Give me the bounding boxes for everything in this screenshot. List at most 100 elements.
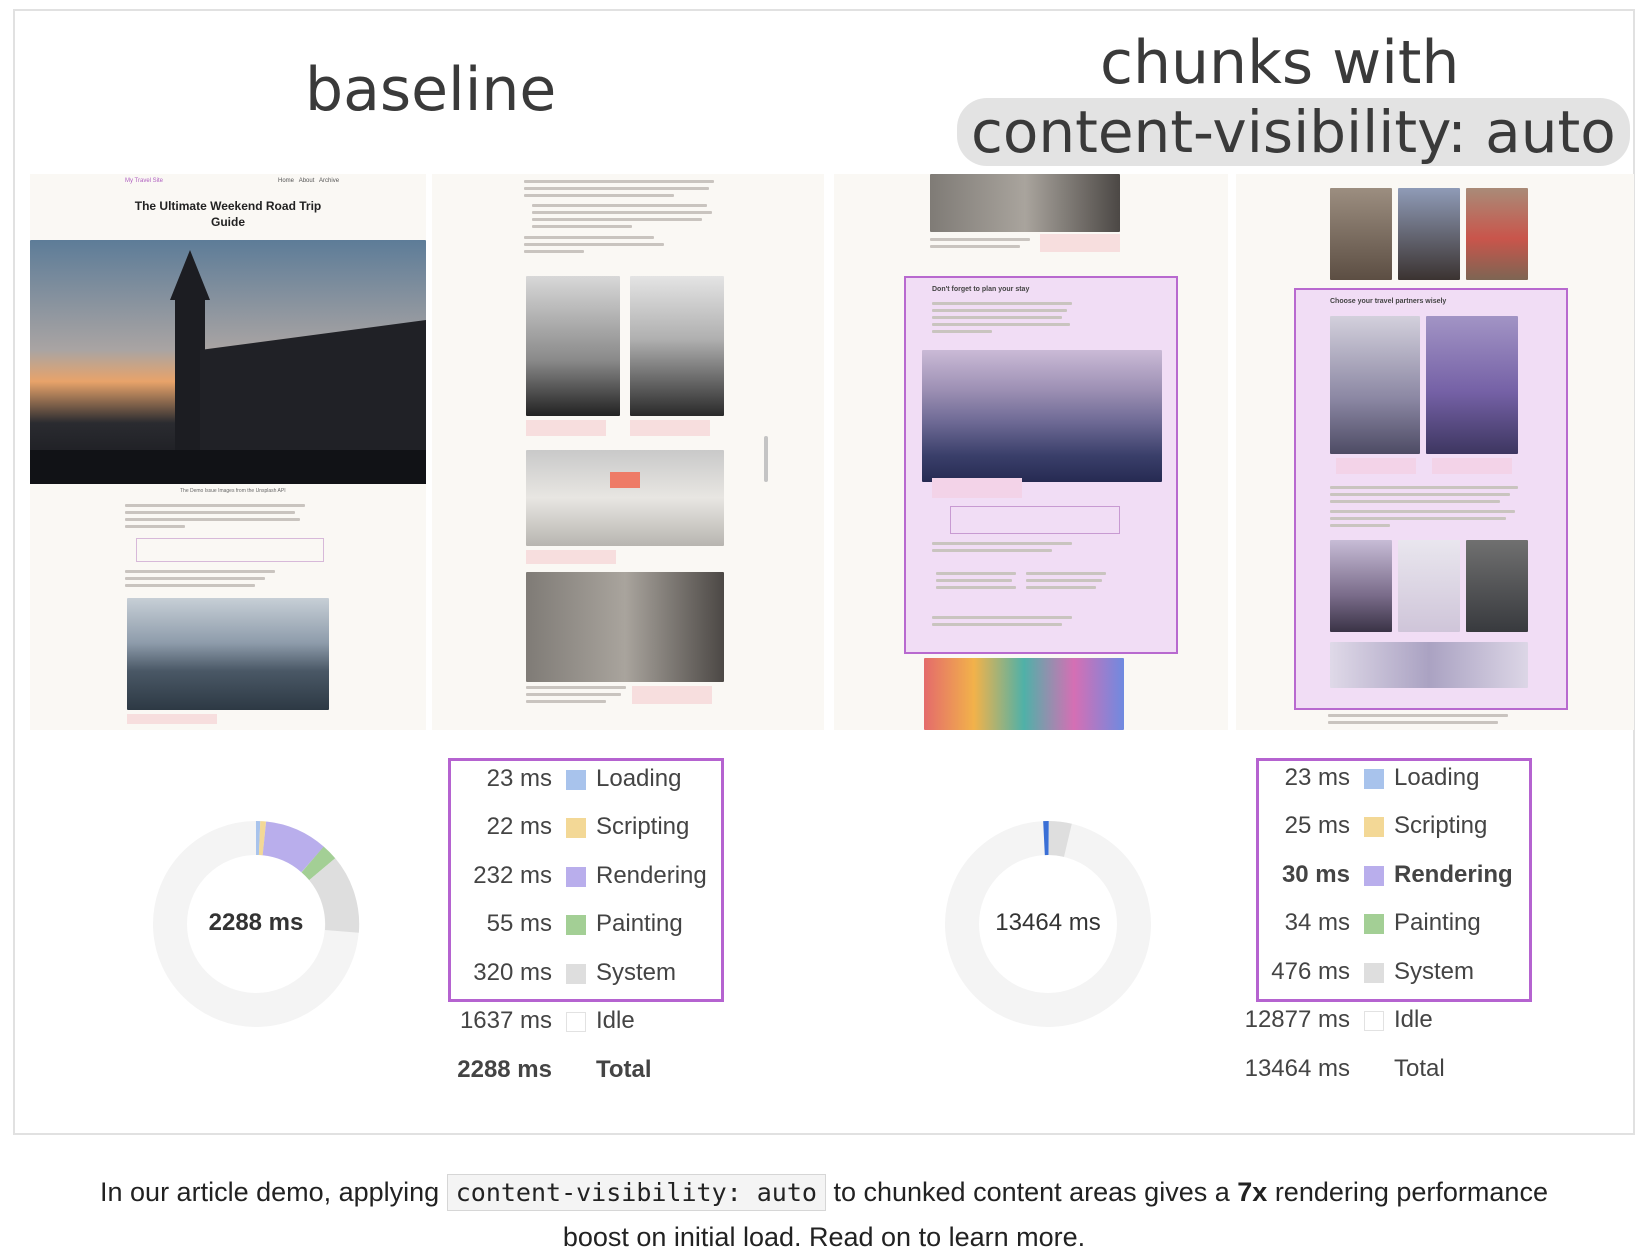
painting-label: Painting: [1394, 909, 1481, 937]
scripting-ms: 25 ms: [1236, 812, 1350, 840]
nav-home[interactable]: Home: [278, 178, 294, 184]
building-silhouette: [30, 240, 426, 484]
scrollbar[interactable]: [764, 436, 768, 482]
system-swatch: [566, 964, 586, 984]
caption-before: In our article demo, applying: [100, 1177, 439, 1207]
colorful-houses-image: [924, 658, 1124, 730]
scripting-swatch: [566, 818, 586, 838]
section-plan-heading: Don't forget to plan your stay: [932, 286, 1029, 293]
mirror-image: [1330, 642, 1528, 688]
street-man-image: [526, 572, 724, 682]
legend-row-rendering: 30 ms Rendering: [1236, 861, 1566, 897]
nav-links: Home About Archive: [278, 178, 339, 184]
hero-image: [30, 240, 426, 484]
idle-label: Idle: [596, 1007, 635, 1035]
sunset-woman-image: [630, 276, 724, 416]
idle-ms: 1637 ms: [440, 1007, 552, 1035]
loading-label: Loading: [596, 765, 681, 793]
street-man-image: [930, 174, 1120, 232]
caption-line1: In our article demo, applying content-vi…: [0, 1170, 1648, 1215]
legend-row-painting: 34 ms Painting: [1236, 909, 1566, 945]
dog-image: [1330, 540, 1392, 632]
painting-label: Painting: [596, 910, 683, 938]
loading-ms: 23 ms: [440, 765, 552, 793]
caption-code: content-visibility: auto: [447, 1174, 826, 1211]
baseline-rendering-segment: [264, 838, 312, 859]
caption-line2: boost on initial load. Read on to learn …: [0, 1215, 1648, 1259]
total-label: Total: [1394, 1055, 1445, 1083]
mountain-lake-image: [922, 350, 1162, 482]
site-name-link[interactable]: My Travel Site: [125, 178, 163, 184]
system-label: System: [1394, 958, 1474, 986]
blockquote: [950, 506, 1120, 534]
nav-about[interactable]: About: [299, 178, 315, 184]
shorts: [610, 472, 640, 488]
rendering-label: Rendering: [1394, 861, 1513, 889]
baseline-heading: baseline: [305, 55, 556, 125]
legend-row-total: 13464 ms Total: [1236, 1055, 1566, 1091]
chunked-donut-total: 13464 ms: [938, 909, 1158, 937]
baseline-page-screenshot-left: My Travel Site Home About Archive The Ul…: [30, 174, 426, 730]
nav-archive[interactable]: Archive: [319, 178, 339, 184]
system-label: System: [596, 959, 676, 987]
legend-row-system: 476 ms System: [1236, 958, 1566, 994]
scripting-swatch: [1364, 817, 1384, 837]
rendering-ms: 30 ms: [1236, 861, 1350, 889]
chunked-system-segment: [1049, 838, 1068, 840]
painting-ms: 55 ms: [440, 910, 552, 938]
section-partners-heading: Choose your travel partners wisely: [1330, 298, 1446, 305]
caption-middle: to chunked content areas gives a: [833, 1177, 1229, 1207]
couple-image: [1330, 316, 1420, 454]
idle-swatch: [566, 1012, 586, 1032]
painting-ms: 34 ms: [1236, 909, 1350, 937]
content-visibility-chunk: Don't forget to plan your stay: [904, 276, 1178, 654]
loading-swatch: [566, 770, 586, 790]
scripting-label: Scripting: [1394, 812, 1487, 840]
caption-bold: 7x: [1237, 1177, 1267, 1207]
legend-row-idle: 12877 ms Idle: [1236, 1006, 1566, 1042]
baseline-donut-total: 2288 ms: [146, 909, 366, 937]
blockquote: [136, 538, 324, 562]
content-visibility-chunk: Choose your travel partners wisely: [1294, 288, 1568, 710]
portrait-woman-image: [1330, 188, 1392, 280]
system-ms: 320 ms: [440, 959, 552, 987]
camera-image: [1398, 540, 1460, 632]
rendering-swatch: [566, 867, 586, 887]
loading-ms: 23 ms: [1236, 764, 1350, 792]
sitting-man-image: [1466, 540, 1528, 632]
hero-caption: The Demo Issue Images from the Unsplash …: [180, 488, 286, 494]
idle-swatch: [1364, 1011, 1384, 1031]
total-ms: 2288 ms: [440, 1056, 552, 1084]
legend-row-idle: 1637 ms Idle: [440, 1007, 740, 1043]
painting-swatch: [566, 915, 586, 935]
legend-row-painting: 55 ms Painting: [440, 910, 740, 946]
system-swatch: [1364, 963, 1384, 983]
chunks-heading: chunks with: [1100, 28, 1459, 98]
vegetables-image: [1466, 188, 1528, 280]
idle-ms: 12877 ms: [1236, 1006, 1350, 1034]
legend-row-rendering: 232 ms Rendering: [440, 862, 740, 898]
scripting-label: Scripting: [596, 813, 689, 841]
loading-swatch: [1364, 769, 1384, 789]
total-label: Total: [596, 1056, 652, 1084]
figure-caption: In our article demo, applying content-vi…: [0, 1170, 1648, 1259]
legend-row-scripting: 22 ms Scripting: [440, 813, 740, 849]
legend-row-scripting: 25 ms Scripting: [1236, 812, 1566, 848]
rendering-ms: 232 ms: [440, 862, 552, 890]
title-line2: Guide: [30, 214, 426, 230]
rendering-swatch: [1364, 866, 1384, 886]
legend-row-total: 2288 ms Total: [440, 1056, 740, 1092]
caption-after: rendering performance: [1275, 1177, 1548, 1207]
idle-label: Idle: [1394, 1006, 1433, 1034]
dusk-portrait-image: [1398, 188, 1460, 280]
baseline-page-screenshot-right: [432, 174, 824, 730]
loading-label: Loading: [1394, 764, 1479, 792]
woman-dusk-image: [1426, 316, 1518, 454]
chunked-page-screenshot-left: Don't forget to plan your stay: [834, 174, 1228, 730]
total-ms: 13464 ms: [1236, 1055, 1350, 1083]
motorbike-image: [526, 276, 620, 416]
rendering-label: Rendering: [596, 862, 707, 890]
content-visibility-heading: content-visibility: auto: [957, 98, 1630, 166]
scripting-ms: 22 ms: [440, 813, 552, 841]
title-line1: The Ultimate Weekend Road Trip: [30, 198, 426, 214]
